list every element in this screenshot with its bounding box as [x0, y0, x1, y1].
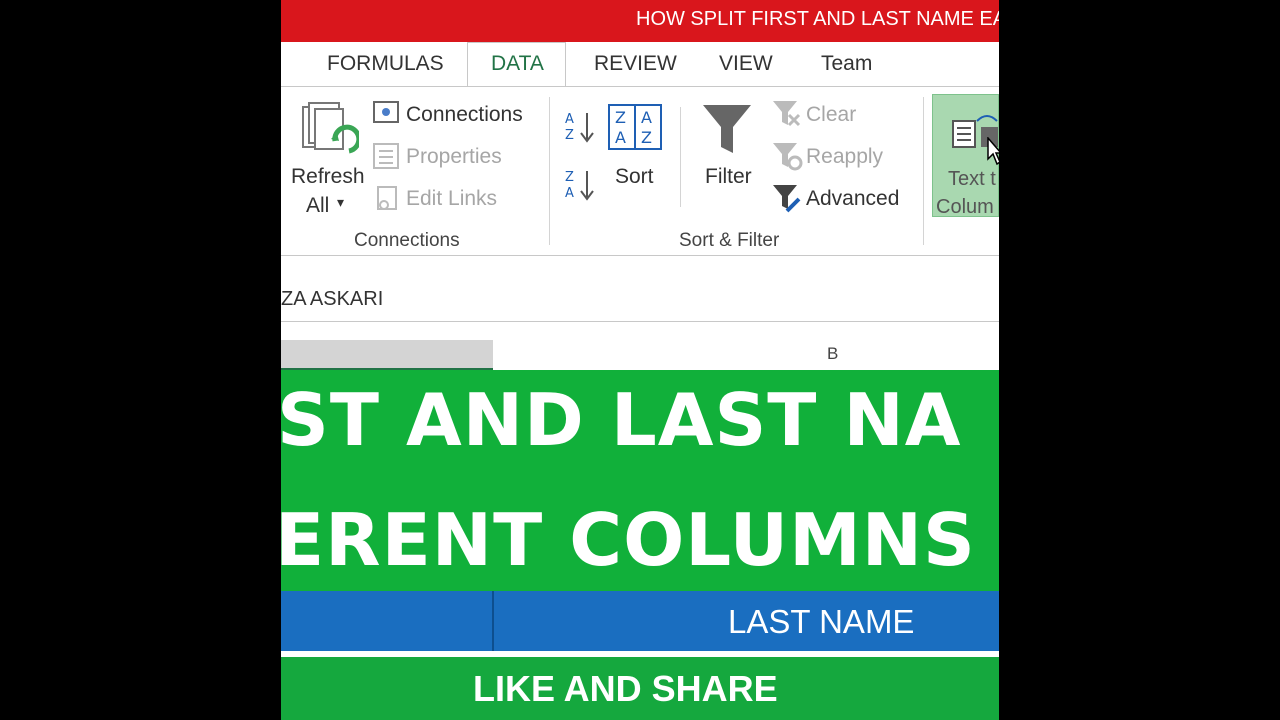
- reapply-label: Reapply: [806, 145, 884, 168]
- sort-descending-icon: Z A: [565, 170, 594, 201]
- tab-formulas[interactable]: FORMULAS: [327, 52, 444, 76]
- column-headers: B: [281, 340, 999, 370]
- tab-view[interactable]: VIEW: [719, 52, 773, 76]
- filter-label: Filter: [705, 165, 752, 188]
- properties-label: Properties: [406, 145, 502, 168]
- connections-group-label: Connections: [354, 230, 460, 251]
- window-title: HOW SPLIT FIRST AND LAST NAME EA: [636, 8, 999, 30]
- svg-text:A: A: [565, 186, 574, 201]
- group-divider: [680, 107, 681, 207]
- group-divider: [549, 97, 550, 245]
- banner-line-2: ERENT COLUMNS: [281, 498, 976, 582]
- mouse-cursor-icon: [987, 137, 999, 166]
- properties-icon: [373, 143, 399, 169]
- like-share-bar: LIKE AND SHARE: [281, 657, 999, 720]
- advanced-label: Advanced: [806, 187, 900, 210]
- title-bar: HOW SPLIT FIRST AND LAST NAME EA: [281, 0, 999, 42]
- refresh-all-icon: [302, 102, 359, 154]
- advanced-filter-icon: [773, 185, 801, 213]
- column-header-b[interactable]: B: [827, 344, 838, 364]
- chevron-down-icon: ▾: [337, 194, 345, 210]
- svg-text:A: A: [641, 108, 652, 127]
- tab-team[interactable]: Team: [821, 52, 872, 76]
- refresh-all-label: All: [306, 194, 330, 217]
- title-banner: ST AND LAST NA ERENT COLUMNS: [281, 370, 999, 591]
- video-frame: HOW SPLIT FIRST AND LAST NAME EA FORMULA…: [281, 0, 999, 720]
- refresh-label: Refresh: [291, 165, 365, 188]
- filter-funnel-icon: [703, 105, 751, 153]
- column-divider: [492, 591, 494, 651]
- svg-text:Z: Z: [565, 170, 574, 185]
- connections-label: Connections: [406, 103, 523, 126]
- sort-filter-group-label: Sort & Filter: [679, 230, 780, 251]
- sort-label: Sort: [615, 165, 654, 188]
- tab-data[interactable]: DATA: [491, 52, 544, 76]
- sort-ascending-icon: A Z: [565, 112, 594, 143]
- last-name-header: LAST NAME: [728, 603, 915, 640]
- banner-line-1: ST AND LAST NA: [281, 378, 962, 462]
- group-divider: [923, 97, 924, 245]
- tab-review[interactable]: REVIEW: [594, 52, 677, 76]
- clear-filter-icon: [773, 101, 801, 127]
- edit-links-label: Edit Links: [406, 187, 498, 210]
- svg-text:Z: Z: [641, 128, 652, 147]
- sort-dialog-icon: Z A A Z: [608, 104, 662, 150]
- clear-label: Clear: [806, 103, 857, 126]
- ribbon-tabs: FORMULAS DATA REVIEW VIEW Team: [281, 42, 999, 89]
- svg-text:Z: Z: [615, 108, 626, 127]
- svg-text:Z: Z: [565, 128, 574, 143]
- text-to-columns-label-1: Text t: [948, 168, 996, 190]
- column-header-a[interactable]: [281, 340, 493, 370]
- like-share-text: LIKE AND SHARE: [473, 668, 778, 709]
- table-header-row: LAST NAME: [281, 591, 999, 651]
- svg-text:A: A: [615, 128, 626, 147]
- connections-icon: [373, 101, 399, 123]
- reapply-filter-icon: [773, 143, 803, 171]
- edit-links-icon: [377, 186, 397, 210]
- formula-bar[interactable]: ZA ASKARI: [281, 275, 999, 322]
- ribbon: Refresh All ▾ Connections Properties Edi…: [281, 86, 999, 256]
- svg-text:A: A: [565, 112, 574, 127]
- text-to-columns-label-2: Colum: [936, 196, 994, 217]
- formula-bar-value: ZA ASKARI: [281, 288, 384, 310]
